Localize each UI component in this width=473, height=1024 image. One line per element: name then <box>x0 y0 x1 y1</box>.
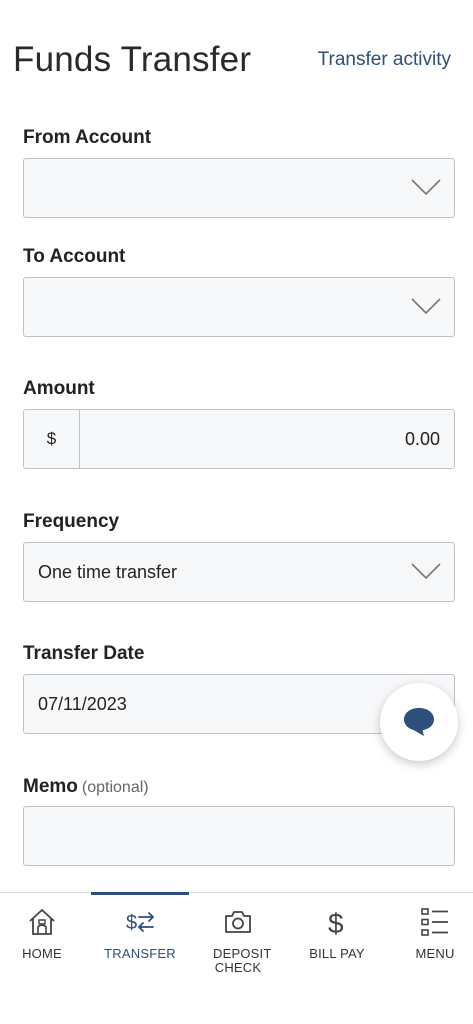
transfer-date-value: 07/11/2023 <box>38 694 127 714</box>
dollar-icon: $ <box>328 908 344 937</box>
frequency-value: One time transfer <box>38 562 178 582</box>
to-account-select[interactable] <box>23 277 455 337</box>
nav-deposit-check[interactable]: DEPOSIT CHECK <box>189 893 287 993</box>
chevron-down-icon <box>411 298 441 315</box>
memo-input[interactable] <box>23 806 455 866</box>
nav-bill-pay-label: BILL PAY <box>309 946 365 961</box>
frequency-label: Frequency <box>23 511 120 532</box>
header: Funds Transfer Transfer activity <box>0 0 473 110</box>
memo-optional-hint: (optional) <box>81 779 149 796</box>
transfer-icon: $ <box>126 912 155 934</box>
amount-input[interactable]: 0.00 <box>405 410 440 468</box>
nav-transfer-label: TRANSFER <box>104 946 176 961</box>
currency-symbol: $ <box>24 410 80 468</box>
chat-bubble-icon <box>404 708 434 736</box>
page-title: Funds Transfer <box>13 40 252 79</box>
amount-field[interactable]: $ 0.00 <box>23 409 455 469</box>
nav-deposit-check-label: DEPOSIT CHECK <box>213 946 272 975</box>
memo-label-text: Memo <box>23 776 78 797</box>
memo-label: Memo (optional) <box>23 776 149 798</box>
chevron-down-icon <box>411 563 441 580</box>
menu-list-icon <box>421 908 448 936</box>
transfer-date-label: Transfer Date <box>23 643 145 664</box>
nav-bill-pay[interactable]: $ BILL PAY <box>288 893 386 993</box>
chat-button[interactable] <box>380 683 458 761</box>
from-account-label: From Account <box>23 127 152 148</box>
nav-home-label: HOME <box>22 946 62 961</box>
camera-icon <box>225 911 251 933</box>
nav-transfer[interactable]: $ TRANSFER <box>91 893 189 993</box>
nav-menu-label: MENU <box>415 946 455 961</box>
from-account-select[interactable] <box>23 158 455 218</box>
transfer-activity-link[interactable]: Transfer activity <box>318 49 451 71</box>
svg-text:$: $ <box>328 908 344 937</box>
to-account-label: To Account <box>23 246 126 267</box>
frequency-select[interactable]: One time transfer <box>23 542 455 602</box>
bottom-nav: HOME $ TRANSFER DEPOSIT CHECK $ BILL PAY… <box>0 892 473 1024</box>
svg-text:$: $ <box>126 912 137 934</box>
nav-home[interactable]: HOME <box>0 893 91 993</box>
amount-label: Amount <box>23 378 95 399</box>
home-icon <box>29 909 55 935</box>
chevron-down-icon <box>411 179 441 196</box>
nav-menu[interactable]: MENU <box>386 893 473 993</box>
